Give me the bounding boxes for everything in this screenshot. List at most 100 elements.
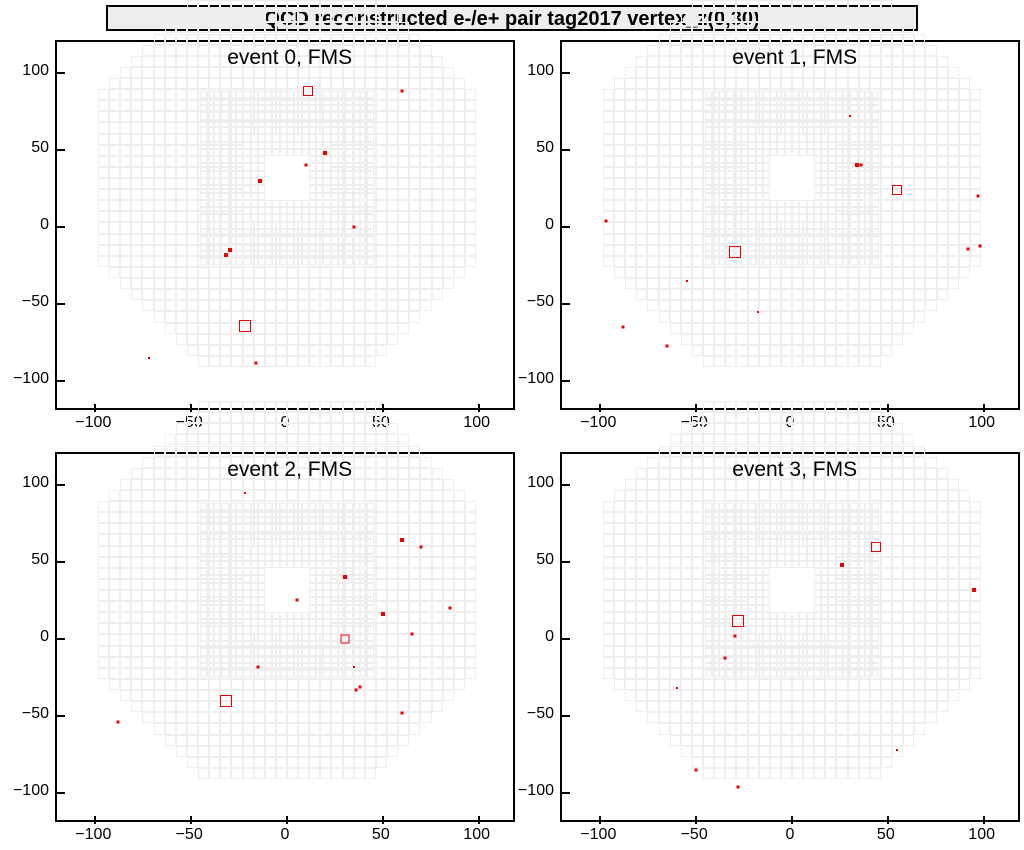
hit-marker [892,185,902,195]
hit-marker [978,244,981,247]
x-tick-label: 50 [372,826,390,844]
hit-marker [733,634,736,637]
hit-marker [723,656,726,659]
hit-marker [343,575,347,579]
plot-area: event 3, FMS [560,452,1020,822]
y-tick-label: −100 [13,370,49,388]
panel-subtitle: event 3, FMS [732,458,857,482]
hit-marker [220,695,232,707]
hit-marker [732,615,744,627]
hit-marker [967,247,970,250]
detector-grid [57,42,513,408]
y-tick-label: 100 [527,62,554,80]
hit-marker [239,320,251,332]
hit-marker [255,361,258,364]
y-tick-label: −50 [527,705,554,723]
hit-marker [305,164,308,167]
hit-marker [355,688,358,691]
hit-marker [401,712,404,715]
y-tick-label: 100 [527,474,554,492]
hit-marker [295,599,298,602]
y-tick-label: −50 [22,705,49,723]
hit-marker [729,246,741,258]
y-tick-label: 0 [40,628,49,646]
y-tick-label: 0 [545,628,554,646]
x-tick-label: −100 [580,826,616,844]
y-tick-label: 100 [22,62,49,80]
hit-marker [976,195,979,198]
hit-marker [323,151,327,155]
hit-marker [448,607,451,610]
hit-marker [849,115,851,117]
hit-marker [420,545,423,548]
hit-marker [757,311,759,313]
hit-marker [666,344,669,347]
hit-marker [860,164,863,167]
plot-area: event 2, FMS [55,452,515,822]
x-tick-label: −100 [75,826,111,844]
hit-marker [340,635,349,644]
panel-subtitle: event 2, FMS [227,458,352,482]
x-tick-label: 100 [463,826,490,844]
hit-marker [686,280,688,282]
hit-marker [257,665,260,668]
hit-marker [605,219,608,222]
hit-marker [401,90,404,93]
hit-marker [410,633,413,636]
y-tick-label: 0 [40,216,49,234]
x-tick-label: −100 [580,414,616,432]
x-tick-label: −50 [681,826,708,844]
x-tick-label: −100 [75,414,111,432]
hit-marker [381,612,385,616]
hit-marker [972,588,976,592]
hit-marker [258,179,262,183]
detector-grid [562,42,1018,408]
x-tick-label: 50 [877,826,895,844]
panel-2: event 2, FMS−100−100−50−50005050100100 [55,452,515,822]
x-tick-label: −50 [176,826,203,844]
hit-marker [358,685,361,688]
hit-marker [148,357,150,359]
hit-marker [228,248,232,252]
hit-marker [117,721,120,724]
detector-grid [57,454,513,820]
plot-area: event 1, FMS [560,40,1020,410]
hit-marker [840,563,844,567]
hit-marker [353,666,355,668]
x-tick-label: 100 [968,826,995,844]
y-tick-label: −100 [518,782,554,800]
hit-marker [676,687,678,689]
hit-marker [622,326,625,329]
x-tick-label: 100 [463,414,490,432]
hit-marker [224,253,228,257]
hit-marker [871,542,881,552]
y-tick-label: −50 [22,293,49,311]
panel-subtitle: event 1, FMS [732,46,857,70]
panel-3: event 3, FMS−100−100−50−50005050100100 [560,452,1020,822]
hit-marker [303,86,313,96]
hit-marker [896,749,898,751]
y-tick-label: −100 [518,370,554,388]
y-tick-label: 50 [31,139,49,157]
detector-grid [562,454,1018,820]
x-tick-label: 0 [281,826,290,844]
y-tick-label: 50 [536,139,554,157]
figure: QCD reconstructed e-/e+ pair tag2017 ver… [0,0,1024,850]
panel-0: event 0, FMS−100−100−50−50005050100100 [55,40,515,410]
y-tick-label: 50 [536,551,554,569]
y-tick-label: 100 [22,474,49,492]
panel-1: event 1, FMS−100−100−50−50005050100100 [560,40,1020,410]
x-tick-label: 0 [786,826,795,844]
hit-marker [353,226,356,229]
y-tick-label: 50 [31,551,49,569]
hit-marker [400,538,404,542]
hit-marker [737,786,740,789]
y-tick-label: −50 [527,293,554,311]
panel-subtitle: event 0, FMS [227,46,352,70]
hit-marker [695,769,698,772]
hit-marker [244,492,246,494]
x-tick-label: 100 [968,414,995,432]
plot-area: event 0, FMS [55,40,515,410]
y-tick-label: −100 [13,782,49,800]
y-tick-label: 0 [545,216,554,234]
